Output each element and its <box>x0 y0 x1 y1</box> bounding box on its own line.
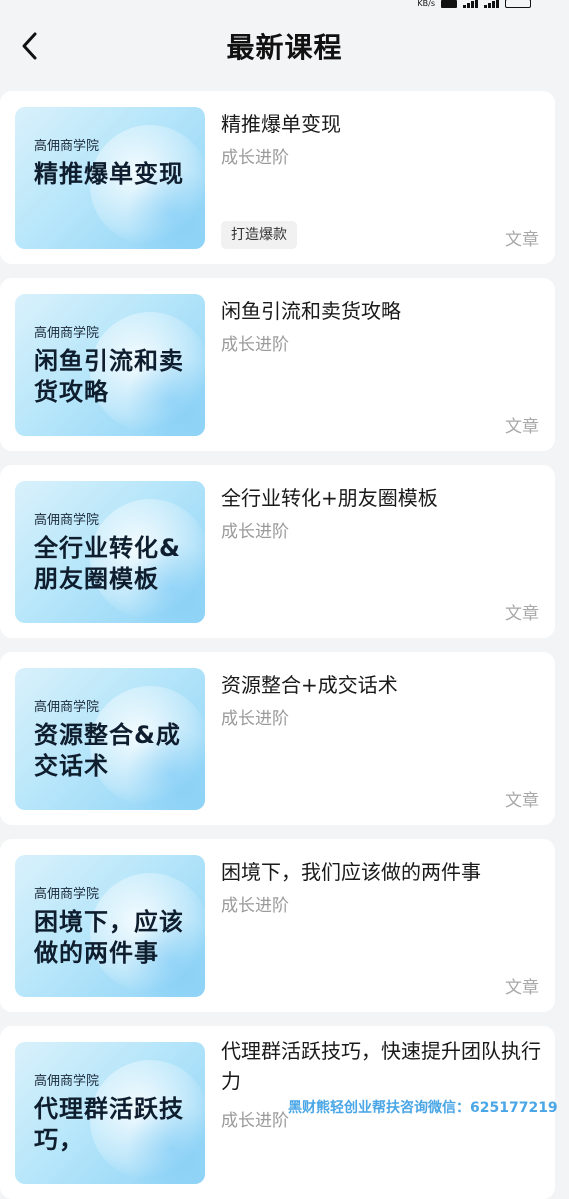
top-bar: 最新课程 <box>0 12 569 80</box>
course-type: 文章 <box>505 791 539 811</box>
thumbnail-title: 精推爆单变现 <box>34 160 184 188</box>
thumbnail-brand: 高佣商学院 <box>34 139 100 154</box>
battery-icon <box>505 0 531 8</box>
thumbnail-title: 困境下，应该做的两件事 <box>34 908 184 967</box>
course-thumbnail: 高佣商学院 资源整合&成交话术 <box>15 668 205 810</box>
signal-icon <box>463 0 478 8</box>
thumbnail-title: 全行业转化&朋友圈模板 <box>34 534 181 593</box>
network-speed-icon: KB/s <box>417 0 435 8</box>
course-type: 文章 <box>505 978 539 998</box>
course-title: 代理群活跃技巧，快速提升团队执行力 <box>221 1039 541 1093</box>
course-card[interactable]: 高佣商学院 困境下，应该做的两件事 困境下，我们应该做的两件事 成长进阶 文章 <box>0 839 555 1012</box>
course-category: 成长进阶 <box>221 148 289 168</box>
thumbnail-brand: 高佣商学院 <box>34 1074 100 1089</box>
course-title: 全行业转化+朋友圈模板 <box>221 486 438 510</box>
course-thumbnail: 高佣商学院 精推爆单变现 <box>15 107 205 249</box>
watermark-text: 黑财熊轻创业帮扶咨询微信：625177219 <box>288 1100 558 1116</box>
course-type: 文章 <box>505 230 539 250</box>
status-bar: KB/s <box>0 0 569 12</box>
chevron-left-icon <box>22 32 37 60</box>
course-tag: 打造爆款 <box>221 221 297 249</box>
page-title: 最新课程 <box>226 31 343 64</box>
thumbnail-title: 闲鱼引流和卖货攻略 <box>34 347 184 406</box>
thumbnail-brand: 高佣商学院 <box>34 513 100 528</box>
course-category: 成长进阶 <box>221 522 289 542</box>
course-title: 闲鱼引流和卖货攻略 <box>221 299 401 323</box>
course-title: 资源整合+成交话术 <box>221 673 398 697</box>
course-category: 成长进阶 <box>221 335 289 355</box>
thumbnail-brand: 高佣商学院 <box>34 887 100 902</box>
course-title: 精推爆单变现 <box>221 112 341 136</box>
course-thumbnail: 高佣商学院 代理群活跃技巧， <box>15 1042 205 1184</box>
thumbnail-title: 资源整合&成交话术 <box>34 721 181 780</box>
course-thumbnail: 高佣商学院 全行业转化&朋友圈模板 <box>15 481 205 623</box>
course-card[interactable]: 高佣商学院 闲鱼引流和卖货攻略 闲鱼引流和卖货攻略 成长进阶 文章 <box>0 278 555 451</box>
course-category: 成长进阶 <box>221 709 289 729</box>
thumbnail-brand: 高佣商学院 <box>34 700 100 715</box>
hd-icon <box>441 0 457 8</box>
course-type: 文章 <box>505 604 539 624</box>
thumbnail-title: 代理群活跃技巧， <box>34 1095 184 1154</box>
thumbnail-brand: 高佣商学院 <box>34 326 100 341</box>
course-category: 成长进阶 <box>221 1111 289 1131</box>
course-card[interactable]: 高佣商学院 全行业转化&朋友圈模板 全行业转化+朋友圈模板 成长进阶 文章 <box>0 465 555 638</box>
back-button[interactable] <box>10 26 50 66</box>
course-title: 困境下，我们应该做的两件事 <box>221 860 481 884</box>
course-card[interactable]: 高佣商学院 资源整合&成交话术 资源整合+成交话术 成长进阶 文章 <box>0 652 555 825</box>
signal-icon-2 <box>484 0 499 8</box>
course-category: 成长进阶 <box>221 896 289 916</box>
course-card[interactable]: 高佣商学院 精推爆单变现 精推爆单变现 成长进阶 打造爆款 文章 <box>0 91 555 264</box>
course-thumbnail: 高佣商学院 困境下，应该做的两件事 <box>15 855 205 997</box>
course-thumbnail: 高佣商学院 闲鱼引流和卖货攻略 <box>15 294 205 436</box>
course-type: 文章 <box>505 417 539 437</box>
